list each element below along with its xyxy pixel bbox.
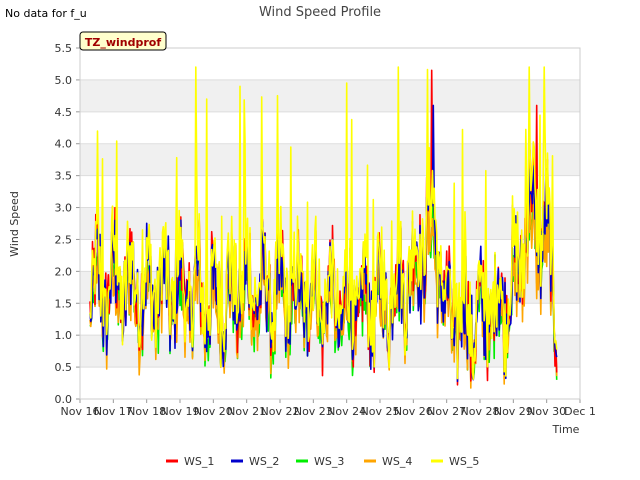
- site-badge-label: TZ_windprof: [85, 36, 161, 49]
- grid-band: [80, 79, 580, 112]
- legend-label-ws_2: WS_2: [249, 455, 279, 468]
- wind-speed-chart: Wind Speed Profile 0.00.51.01.52.02.53.0…: [8, 5, 596, 468]
- legend-label-ws_4: WS_4: [382, 455, 412, 468]
- y-axis-label: Wind Speed: [8, 191, 21, 257]
- x-tick-label: Nov 30: [527, 405, 566, 418]
- legend: WS_1 WS_2 WS_3 WS_4 WS_5: [166, 455, 479, 468]
- y-tick-label: 3.0: [55, 202, 73, 215]
- site-badge: TZ_windprof: [79, 31, 167, 51]
- y-tick-label: 5.5: [55, 42, 73, 55]
- y-tick-label: 3.5: [55, 170, 73, 183]
- y-tick-label: 2.5: [55, 233, 73, 246]
- legend-label-ws_1: WS_1: [184, 455, 214, 468]
- y-tick-label: 0.5: [55, 361, 73, 374]
- x-tick-label: Dec 1: [564, 405, 596, 418]
- y-tick-label: 2.0: [55, 265, 73, 278]
- x-axis-label: Time: [552, 423, 580, 436]
- y-tick-label: 5.0: [55, 74, 73, 87]
- legend-label-ws_5: WS_5: [449, 455, 479, 468]
- legend-label-ws_3: WS_3: [314, 455, 344, 468]
- y-tick-label: 4.5: [55, 106, 73, 119]
- y-tick-label: 1.5: [55, 297, 73, 310]
- y-tick-label: 1.0: [55, 329, 73, 342]
- y-tick-label: 4.0: [55, 138, 73, 151]
- grid-band: [80, 207, 580, 240]
- chart-title: Wind Speed Profile: [259, 5, 381, 20]
- grid-band: [80, 143, 580, 176]
